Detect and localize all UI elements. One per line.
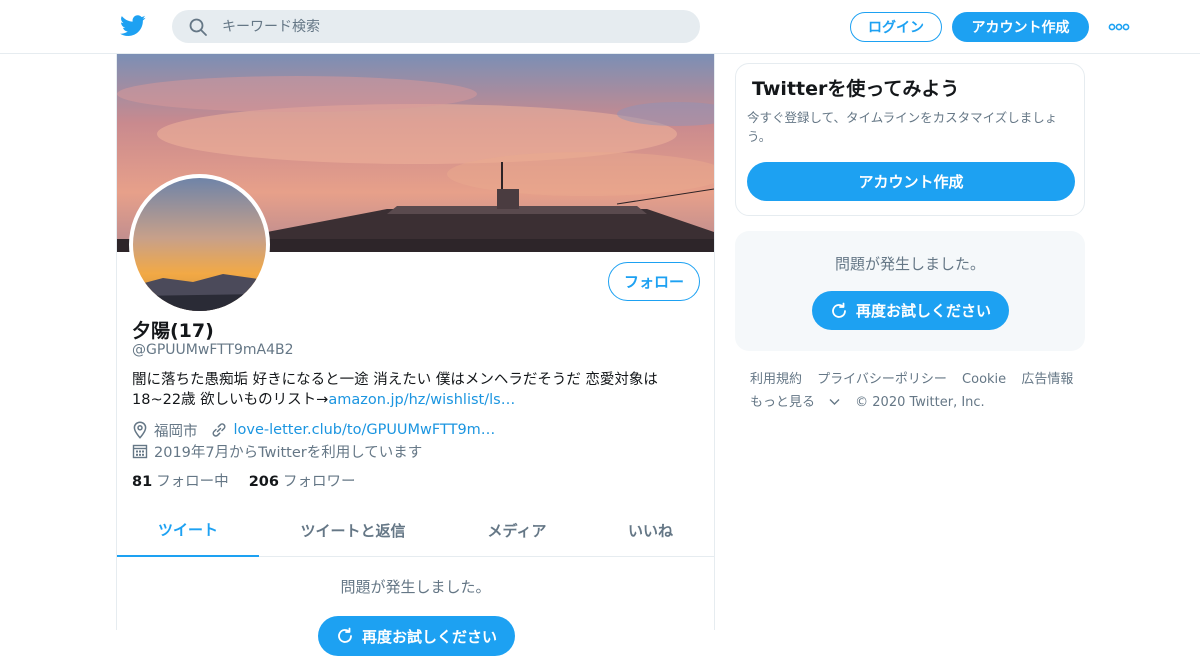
sidebar-error-message: 問題が発生しました。 — [834, 255, 985, 273]
tab-tweets[interactable]: ツイート — [117, 504, 259, 557]
footer-link-more[interactable]: もっと見る — [750, 395, 840, 410]
sidebar-retry-button[interactable]: 再度お試しください — [812, 291, 1009, 330]
profile-avatar[interactable] — [129, 174, 270, 315]
footer-copyright: © 2020 Twitter, Inc. — [855, 395, 985, 410]
tab-likes[interactable]: いいね — [587, 504, 714, 557]
search-icon — [189, 18, 207, 36]
following-label: フォロー中 — [156, 474, 229, 490]
followers-label: フォロワー — [282, 474, 356, 490]
promo-signup-button[interactable]: アカウント作成 — [747, 162, 1075, 201]
profile-tabs: ツイート ツイートと返信 メディア いいね — [117, 504, 714, 557]
footer-more-label: もっと見る — [750, 395, 816, 410]
timeline-retry-button[interactable]: 再度お試しください — [318, 616, 515, 656]
search-input[interactable] — [222, 10, 682, 43]
search-box[interactable] — [172, 10, 700, 43]
signup-button[interactable]: アカウント作成 — [952, 12, 1089, 42]
profile-name: 夕陽(17) — [132, 320, 214, 342]
sidebar-retry-label: 再度お試しください — [855, 302, 991, 320]
twitter-bird-icon[interactable] — [120, 14, 146, 38]
profile-meta-location-website: 福岡市 love-letter.club/to/GPUUMwFTT9m… — [132, 420, 495, 440]
following-count: 81 — [132, 474, 153, 490]
login-button[interactable]: ログイン — [850, 12, 942, 42]
bio-wishlist-link[interactable]: amazon.jp/hz/wishlist/ls… — [328, 392, 515, 408]
follow-button[interactable]: フォロー — [608, 262, 700, 301]
tab-media[interactable]: メディア — [447, 504, 587, 557]
profile-joined-date: 2019年7月からTwitterを利用しています — [154, 444, 423, 461]
more-dots-icon[interactable] — [1108, 20, 1130, 34]
timeline-error-message: 問題が発生しました。 — [340, 578, 491, 596]
timeline-retry-label: 再度お試しください — [361, 627, 497, 646]
calendar-icon — [132, 444, 148, 459]
profile-bio: 闇に落ちた愚痴垢 好きになると一途 消えたい 僕はメンヘラだそうだ 恋愛対象は1… — [132, 370, 692, 410]
profile-website-link[interactable]: love-letter.club/to/GPUUMwFTT9m… — [234, 422, 496, 438]
footer-link-ads-info[interactable]: 広告情報 — [1021, 372, 1073, 387]
footer-link-terms[interactable]: 利用規約 — [750, 372, 802, 387]
link-icon — [212, 423, 225, 437]
footer-link-privacy[interactable]: プライバシーポリシー — [817, 372, 947, 387]
location-pin-icon — [133, 421, 147, 439]
footer-link-cookie[interactable]: Cookie — [962, 372, 1006, 387]
followers-stat[interactable]: 206 フォロワー — [249, 470, 356, 491]
profile-counts: 81 フォロー中 206 フォロワー — [132, 470, 355, 491]
chevron-down-icon — [829, 399, 840, 405]
top-navigation-bar: ログイン アカウント作成 — [0, 0, 1200, 54]
profile-location: 福岡市 — [154, 423, 198, 440]
tab-tweets-and-replies[interactable]: ツイートと返信 — [259, 504, 447, 557]
promo-description: 今すぐ登録して、タイムラインをカスタマイズしましょう。 — [747, 110, 1058, 144]
profile-meta-joined: 2019年7月からTwitterを利用しています — [132, 441, 422, 461]
footer-links: 利用規約 プライバシーポリシー Cookie 広告情報 もっと見る © 2020… — [750, 368, 1090, 414]
profile-handle[interactable]: @GPUUMwFTT9mA4B2 — [132, 342, 294, 358]
following-stat[interactable]: 81 フォロー中 — [132, 470, 229, 491]
signup-promo-card: Twitterを使ってみよう 今すぐ登録して、タイムラインをカスタマイズしましょ… — [735, 63, 1085, 216]
followers-count: 206 — [248, 474, 279, 490]
profile-column: フォロー 夕陽(17) @GPUUMwFTT9mA4B2 闇に落ちた愚痴垢 好き… — [116, 54, 715, 656]
sidebar-error-card: 問題が発生しました。 再度お試しください — [735, 231, 1085, 351]
refresh-icon — [832, 302, 846, 318]
avatar-image — [133, 178, 266, 311]
promo-title: Twitterを使ってみよう — [752, 78, 960, 100]
